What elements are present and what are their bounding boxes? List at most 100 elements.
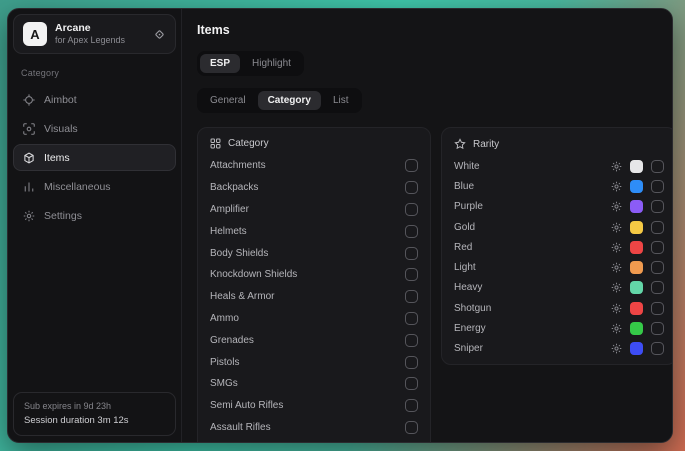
rarity-row: Light	[454, 257, 664, 277]
gear-icon[interactable]	[611, 201, 622, 212]
crosshair-icon	[23, 94, 35, 106]
category-row: Pistols	[210, 351, 418, 373]
mode-option-esp[interactable]: ESP	[200, 54, 240, 73]
rarity-row: Energy	[454, 318, 664, 338]
category-row: Amplifier	[210, 199, 418, 221]
gear-icon[interactable]	[611, 181, 622, 192]
app-logo: A	[23, 22, 47, 46]
rarity-panel-title: Rarity	[473, 139, 499, 150]
body-shields-checkbox[interactable]	[405, 247, 418, 260]
rarity-row: Shotgun	[454, 298, 664, 318]
color-swatch[interactable]	[630, 241, 643, 254]
category-row: Knockdown Shields	[210, 264, 418, 286]
gear-icon[interactable]	[611, 161, 622, 172]
ammo-checkbox[interactable]	[405, 312, 418, 325]
gear-icon[interactable]	[611, 282, 622, 293]
rarity-row: Purple	[454, 197, 664, 217]
color-swatch[interactable]	[630, 261, 643, 274]
gear-icon[interactable]	[611, 222, 622, 233]
amplifier-checkbox[interactable]	[405, 203, 418, 216]
color-swatch[interactable]	[630, 322, 643, 335]
heals-armor-checkbox[interactable]	[405, 290, 418, 303]
sidebar-item-label: Items	[44, 152, 70, 164]
purple-checkbox[interactable]	[651, 200, 664, 213]
white-checkbox[interactable]	[651, 160, 664, 173]
page-title: Items	[197, 23, 673, 37]
category-row: Attachments	[210, 155, 418, 177]
color-swatch[interactable]	[630, 342, 643, 355]
gear-icon	[23, 210, 35, 222]
category-panel: Category Attachments Backpacks Amplifier…	[197, 127, 431, 443]
category-row: Backpacks	[210, 177, 418, 199]
gear-icon[interactable]	[611, 323, 622, 334]
category-row: Heals & Armor	[210, 286, 418, 308]
sidebar-item-label: Settings	[44, 210, 82, 222]
rarity-row: Red	[454, 237, 664, 257]
sidebar-item-items[interactable]: Items	[13, 144, 176, 171]
category-row: Grenades	[210, 329, 418, 351]
knockdown-shields-checkbox[interactable]	[405, 268, 418, 281]
sidebar-item-miscellaneous[interactable]: Miscellaneous	[13, 173, 176, 200]
mode-toggle: ESP Highlight	[197, 51, 304, 76]
color-swatch[interactable]	[630, 180, 643, 193]
brand-card: A Arcane for Apex Legends	[13, 14, 176, 54]
bars-icon	[23, 181, 35, 193]
category-row: Assault Rifles	[210, 417, 418, 439]
sidebar-nav: Aimbot Visuals Items	[13, 86, 176, 229]
category-row: SMGs	[210, 373, 418, 395]
energy-checkbox[interactable]	[651, 322, 664, 335]
sidebar-item-visuals[interactable]: Visuals	[13, 115, 176, 142]
app-title: Arcane	[55, 22, 145, 35]
app-window: A Arcane for Apex Legends Category	[7, 8, 673, 443]
mode-option-highlight[interactable]: Highlight	[242, 54, 301, 73]
sidebar-section-label: Category	[21, 68, 168, 78]
tab-bar: General Category List	[197, 88, 362, 113]
backpacks-checkbox[interactable]	[405, 181, 418, 194]
sidebar-item-aimbot[interactable]: Aimbot	[13, 86, 176, 113]
gold-checkbox[interactable]	[651, 221, 664, 234]
session-duration-text: Session duration 3m 12s	[24, 414, 165, 428]
gear-icon[interactable]	[611, 303, 622, 314]
grid-icon	[210, 138, 221, 149]
red-checkbox[interactable]	[651, 241, 664, 254]
category-row: Helmets	[210, 220, 418, 242]
sidebar-item-settings[interactable]: Settings	[13, 202, 176, 229]
category-row: Ammo	[210, 308, 418, 330]
sub-expires-text: Sub expires in 9d 23h	[24, 400, 165, 414]
blue-checkbox[interactable]	[651, 180, 664, 193]
color-swatch[interactable]	[630, 221, 643, 234]
category-panel-title: Category	[228, 138, 269, 149]
color-swatch[interactable]	[630, 160, 643, 173]
rarity-panel: Rarity White Blue Purple	[441, 127, 673, 365]
heavy-checkbox[interactable]	[651, 281, 664, 294]
subscription-info-card: Sub expires in 9d 23h Session duration 3…	[13, 392, 176, 436]
smgs-checkbox[interactable]	[405, 377, 418, 390]
gear-icon[interactable]	[611, 242, 622, 253]
crosshair-target-icon[interactable]	[153, 28, 166, 41]
gear-icon[interactable]	[611, 343, 622, 354]
pistols-checkbox[interactable]	[405, 356, 418, 369]
tab-general[interactable]: General	[200, 91, 256, 110]
color-swatch[interactable]	[630, 281, 643, 294]
assault-rifles-checkbox[interactable]	[405, 421, 418, 434]
rarity-row: White	[454, 156, 664, 176]
color-swatch[interactable]	[630, 200, 643, 213]
semi-auto-rifles-checkbox[interactable]	[405, 399, 418, 412]
gear-icon[interactable]	[611, 262, 622, 273]
sidebar-item-label: Aimbot	[44, 94, 77, 106]
category-row: Semi Auto Rifles	[210, 395, 418, 417]
shotgun-checkbox[interactable]	[651, 302, 664, 315]
sidebar-item-label: Miscellaneous	[44, 181, 111, 193]
attachments-checkbox[interactable]	[405, 159, 418, 172]
light-checkbox[interactable]	[651, 261, 664, 274]
app-subtitle: for Apex Legends	[55, 35, 145, 46]
grenades-checkbox[interactable]	[405, 334, 418, 347]
rarity-row: Sniper	[454, 339, 664, 359]
helmets-checkbox[interactable]	[405, 225, 418, 238]
color-swatch[interactable]	[630, 302, 643, 315]
rarity-row: Heavy	[454, 278, 664, 298]
tab-list[interactable]: List	[323, 91, 359, 110]
sniper-checkbox[interactable]	[651, 342, 664, 355]
sidebar-item-label: Visuals	[44, 123, 78, 135]
tab-category[interactable]: Category	[258, 91, 321, 110]
